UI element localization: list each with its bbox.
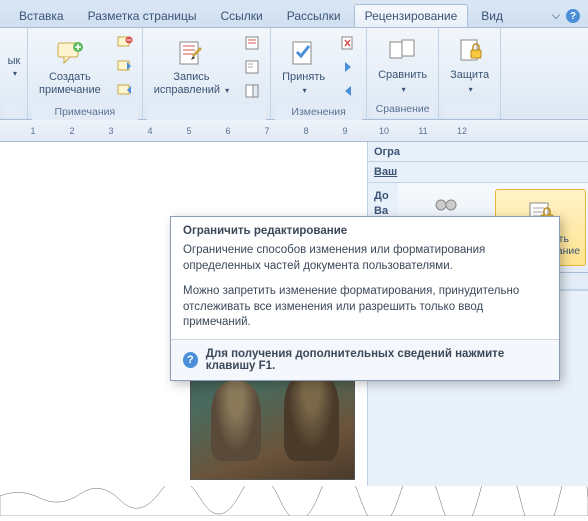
track-changes-icon: [175, 37, 207, 69]
protect-icon: [454, 35, 486, 67]
show-markup-button[interactable]: [242, 56, 264, 78]
tooltip-footer: ? Для получения дополнительных сведений …: [171, 339, 559, 380]
tab-page-layout[interactable]: Разметка страницы: [77, 4, 208, 27]
next-comment-button[interactable]: [114, 80, 136, 102]
next-change-button[interactable]: [338, 80, 360, 102]
help-icon[interactable]: ?: [566, 9, 580, 23]
accept-icon: [288, 37, 320, 69]
prev-comment-button[interactable]: [114, 56, 136, 78]
track-changes-button[interactable]: Запись исправлений ▾: [147, 34, 236, 100]
pane-subtitle: Ваш: [368, 162, 588, 183]
ribbon: ык▾ Создать примечание Примечания Запись…: [0, 28, 588, 120]
delete-comment-button[interactable]: [114, 32, 136, 54]
ribbon-tabs: Вставка Разметка страницы Ссылки Рассылк…: [0, 0, 588, 28]
help-hint-icon: ?: [183, 352, 198, 368]
compare-button[interactable]: Сравнить▾: [371, 32, 434, 98]
tab-insert[interactable]: Вставка: [8, 4, 75, 27]
compare-icon: [387, 35, 419, 67]
tab-review[interactable]: Рецензирование: [354, 4, 469, 27]
new-comment-button[interactable]: Создать примечание: [32, 34, 108, 100]
pane-title: Огра: [368, 142, 588, 162]
compare-group-label: Сравнение: [371, 101, 434, 117]
display-for-review-button[interactable]: [242, 32, 264, 54]
tooltip-title: Ограничить редактирование: [171, 217, 559, 243]
tooltip-body: Ограничение способов изменения или форма…: [171, 243, 559, 339]
horizontal-ruler[interactable]: 123456789101112: [0, 120, 588, 142]
tab-references[interactable]: Ссылки: [209, 4, 273, 27]
minimize-ribbon-icon[interactable]: [552, 11, 560, 19]
reject-button[interactable]: [338, 32, 360, 54]
accept-button[interactable]: Принять▾: [275, 34, 332, 100]
protect-button[interactable]: Защита▾: [443, 32, 496, 98]
changes-group-label: Изменения: [275, 104, 362, 120]
tab-mailings[interactable]: Рассылки: [276, 4, 352, 27]
torn-edge: [0, 486, 588, 516]
tab-view[interactable]: Вид: [470, 4, 514, 27]
prev-change-button[interactable]: [338, 56, 360, 78]
tooltip: Ограничить редактирование Ограничение сп…: [170, 216, 560, 381]
comments-group-label: Примечания: [32, 104, 138, 120]
comment-icon: [54, 37, 86, 69]
reviewing-pane-button[interactable]: [242, 80, 264, 102]
proofing-button[interactable]: ык▾: [4, 50, 24, 80]
